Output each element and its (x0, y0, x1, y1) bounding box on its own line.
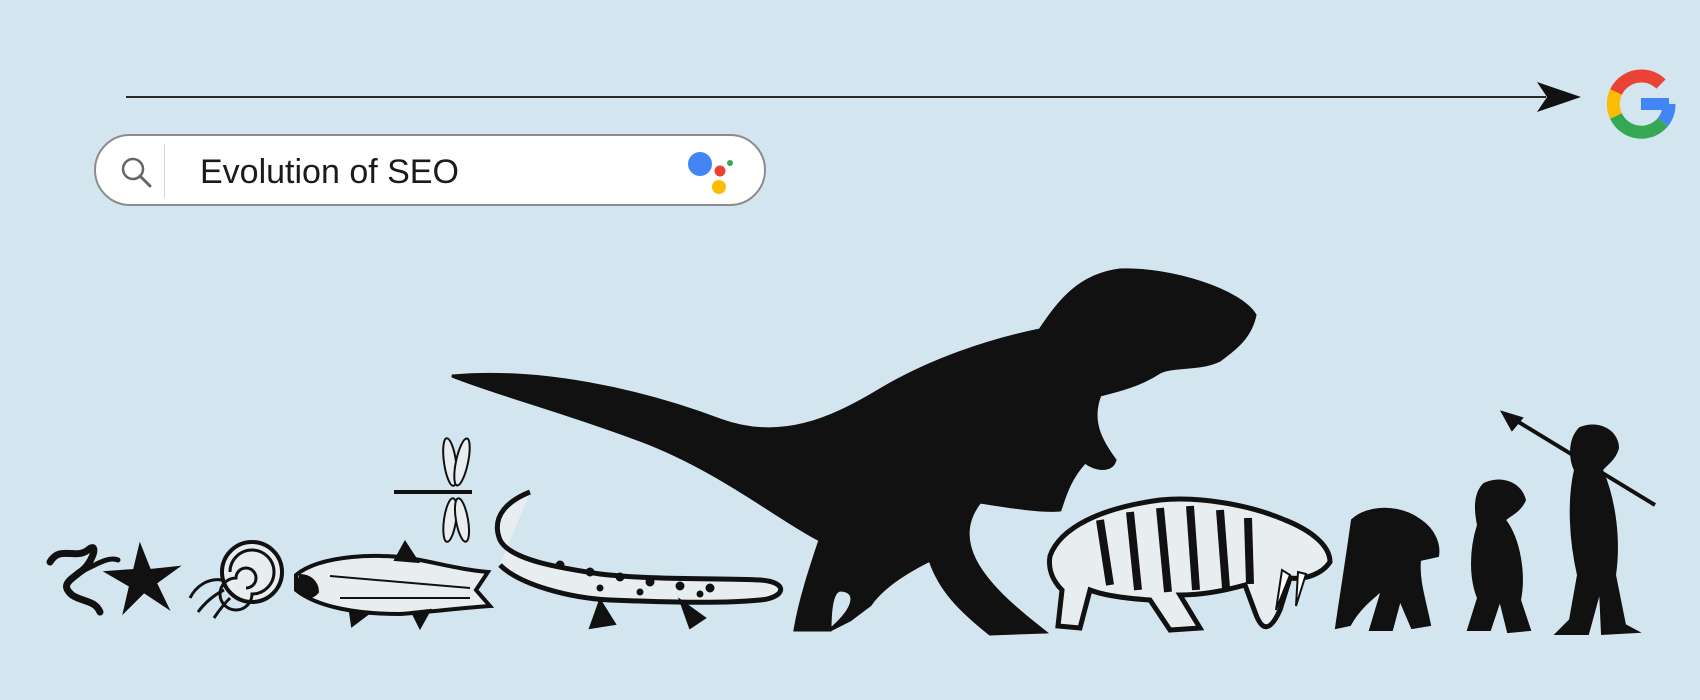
starfish-figure (102, 541, 182, 616)
saber-tooth-tiger-figure (1047, 496, 1333, 633)
early-hominid-figure (1466, 479, 1532, 634)
worm-figure (46, 544, 121, 616)
amphibian-figure (494, 489, 784, 630)
caveman-figure (1499, 410, 1657, 636)
coelacanth-figure (294, 540, 495, 631)
ape-figure (1334, 507, 1440, 631)
dragonfly-figure (394, 437, 472, 543)
evolution-banner: Evolution of SEO (0, 0, 1700, 700)
evolution-illustration (46, 268, 1657, 636)
nautilus-figure (188, 540, 284, 619)
